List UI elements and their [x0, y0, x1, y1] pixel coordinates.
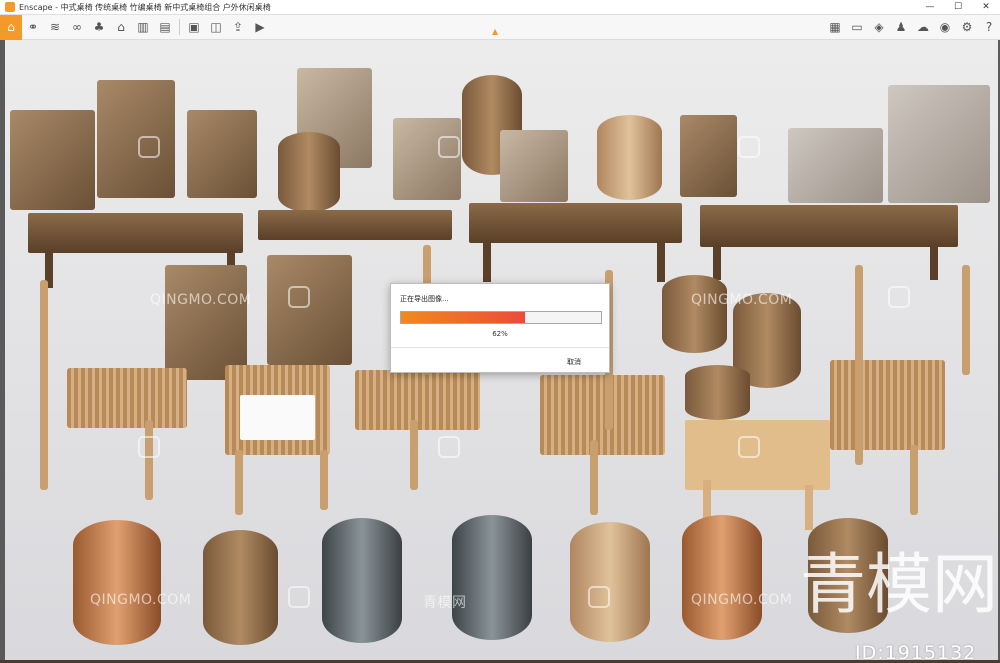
- bamboo-lounge-seat: [540, 375, 665, 455]
- progress-bar: [400, 311, 602, 324]
- enscape-logo-icon: [5, 2, 15, 12]
- wood-block: [500, 130, 568, 202]
- watermark-logo-icon: [588, 586, 610, 608]
- watermark-logo-icon: [138, 436, 160, 458]
- tea-tray: [240, 395, 315, 440]
- bench-leg: [930, 245, 938, 280]
- watermark-logo-icon: [738, 436, 760, 458]
- collapse-toolbar-chevron-icon[interactable]: ▲: [492, 27, 498, 36]
- maximize-button[interactable]: ☐: [944, 0, 972, 15]
- watermark-logo-icon: [888, 286, 910, 308]
- home-icon[interactable]: ⌂: [0, 14, 22, 40]
- watermark-text: QINGMO.COM: [691, 592, 793, 608]
- wood-block: [267, 255, 352, 365]
- stump-stool: [73, 520, 161, 645]
- window-title: Enscape - 中式桌椅 传统桌椅 竹编桌椅 新中式桌椅组合 户外休闲桌椅: [19, 2, 271, 12]
- title-bar: Enscape - 中式桌椅 传统桌椅 竹编桌椅 新中式桌椅组合 户外休闲桌椅 …: [0, 0, 1000, 15]
- help-icon[interactable]: ?: [978, 15, 1000, 40]
- bamboo-chair-frame: [145, 420, 153, 500]
- watermark-logo-icon: [288, 586, 310, 608]
- watermark-text: QINGMO.COM: [90, 592, 192, 608]
- wooden-bench: [258, 210, 452, 240]
- layers-icon[interactable]: ≋: [44, 15, 66, 40]
- watermark-logo-icon: [138, 136, 160, 158]
- wood-block: [97, 80, 175, 198]
- bamboo-chair-frame: [855, 265, 863, 465]
- export-progress-dialog: 正在导出图像... 62% 取消: [390, 283, 610, 373]
- round-stool: [662, 275, 727, 353]
- building-icon[interactable]: ▥: [132, 15, 154, 40]
- panorama-icon[interactable]: ▭: [846, 15, 868, 40]
- bench-leg: [483, 240, 491, 282]
- tree-icon[interactable]: ♣: [88, 15, 110, 40]
- bamboo-stool-frame: [235, 450, 243, 515]
- watermark-text: QINGMO.COM: [691, 292, 793, 308]
- round-stool: [685, 365, 750, 420]
- watermark-text-cn: 青模网: [423, 595, 467, 611]
- wood-block: [680, 115, 737, 197]
- asset-library-icon[interactable]: ▦: [824, 15, 846, 40]
- progress-percent-label: 62%: [492, 330, 508, 338]
- screenshot-icon[interactable]: ▣: [183, 15, 205, 40]
- qingmo-large-watermark: 青模网: [800, 546, 998, 623]
- batch-render-icon[interactable]: ◫: [205, 15, 227, 40]
- wood-block: [187, 110, 257, 198]
- watermark-text: QINGMO.COM: [150, 292, 252, 308]
- bench-leg: [713, 245, 721, 280]
- watermark-logo-icon: [438, 136, 460, 158]
- binoculars-icon[interactable]: ∞: [66, 15, 88, 40]
- wooden-bench: [700, 205, 958, 247]
- bamboo-chair-frame: [962, 265, 970, 375]
- dialog-divider: [391, 347, 609, 348]
- wooden-bench: [469, 203, 682, 243]
- model-id-label: ID:1915132: [855, 642, 977, 660]
- people-icon[interactable]: ♟: [890, 15, 912, 40]
- stump-stool: [452, 515, 532, 640]
- cancel-button[interactable]: 取消: [567, 357, 581, 367]
- wooden-bench: [28, 213, 243, 253]
- eye-icon[interactable]: ◉: [934, 15, 956, 40]
- toolbar-separator: [179, 19, 180, 35]
- wood-block: [165, 265, 247, 380]
- stump-stool: [203, 530, 278, 645]
- cloud-icon[interactable]: ☁: [912, 15, 934, 40]
- house-icon[interactable]: ⌂: [110, 15, 132, 40]
- link-icon[interactable]: ⚭: [22, 15, 44, 40]
- round-stool: [278, 132, 340, 212]
- close-button[interactable]: ✕: [972, 0, 1000, 15]
- main-toolbar: ⌂ ⚭ ≋ ∞ ♣ ⌂ ▥ ▤ ▣ ◫ ⇪ ▶ ▦ ▭ ◈ ♟ ☁ ◉ ⚙ ?: [0, 14, 1000, 40]
- wood-block: [888, 85, 990, 203]
- watermark-logo-icon: [738, 136, 760, 158]
- progress-bar-fill: [401, 312, 525, 323]
- bamboo-chair-seat: [67, 368, 187, 428]
- watermark-logo-icon: [288, 286, 310, 308]
- video-icon[interactable]: ▶: [249, 15, 271, 40]
- dialog-title: 正在导出图像...: [400, 295, 449, 303]
- export-icon[interactable]: ⇪: [227, 15, 249, 40]
- settings-icon[interactable]: ⚙: [956, 15, 978, 40]
- bamboo-chair-frame: [910, 445, 918, 515]
- wood-block: [10, 110, 95, 210]
- watermark-logo-icon: [438, 436, 460, 458]
- bamboo-lounge-frame: [590, 440, 598, 515]
- stump-stool: [682, 515, 762, 640]
- bamboo-chair-frame: [40, 280, 48, 490]
- bamboo-stool-frame: [320, 450, 328, 510]
- wood-block: [393, 118, 461, 200]
- stump-stool: [570, 522, 650, 642]
- stump-stool: [597, 115, 662, 200]
- minimize-button[interactable]: —: [916, 0, 944, 15]
- wood-block: [788, 128, 883, 203]
- bench-leg: [657, 240, 665, 282]
- clapperboard-icon[interactable]: ▤: [154, 15, 176, 40]
- bamboo-chair-seat: [830, 360, 945, 450]
- stump-stool: [322, 518, 402, 643]
- table-leg: [805, 485, 813, 530]
- cube-icon[interactable]: ◈: [868, 15, 890, 40]
- bamboo-chair-frame: [410, 420, 418, 490]
